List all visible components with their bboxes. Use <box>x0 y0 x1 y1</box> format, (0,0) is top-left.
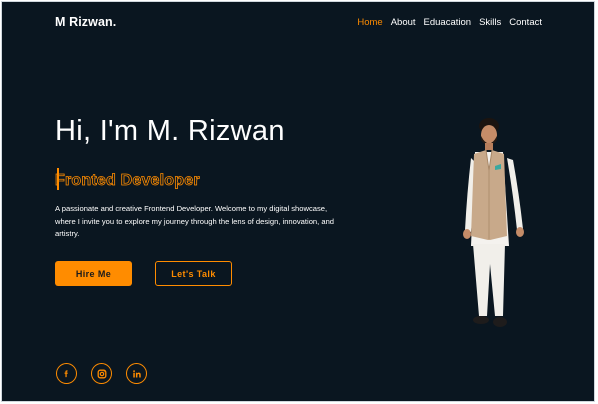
facebook-icon <box>64 370 68 378</box>
hire-me-button[interactable]: Hire Me <box>55 261 132 286</box>
lets-talk-button[interactable]: Let's Talk <box>155 261 232 286</box>
instagram-icon <box>97 369 106 378</box>
facebook-link[interactable] <box>56 363 77 384</box>
page-frame: M Rizwan. Home About Eduacation Skills C… <box>1 1 595 402</box>
intro-paragraph: A passionate and creative Frontend Devel… <box>55 204 335 238</box>
nav-education-link[interactable]: Eduacation <box>424 17 472 28</box>
instagram-link[interactable] <box>91 363 112 384</box>
main-nav: Home About Eduacation Skills Contact <box>357 17 542 28</box>
linkedin-link[interactable] <box>126 363 147 384</box>
role-text: Fronted Developer <box>55 172 200 190</box>
typing-caret <box>57 168 59 190</box>
nav-skills-link[interactable]: Skills <box>479 17 501 28</box>
profile-portrait <box>463 118 524 327</box>
nav-home-link[interactable]: Home <box>357 17 382 28</box>
typed-role-text: Fronted Developer <box>55 168 200 190</box>
nav-about-link[interactable]: About <box>391 17 416 28</box>
brand-logo[interactable]: M Rizwan. <box>55 15 116 29</box>
hero-headline: Hi, I'm M. Rizwan <box>55 115 285 147</box>
nav-contact-link[interactable]: Contact <box>509 17 542 28</box>
linkedin-icon <box>132 369 141 377</box>
